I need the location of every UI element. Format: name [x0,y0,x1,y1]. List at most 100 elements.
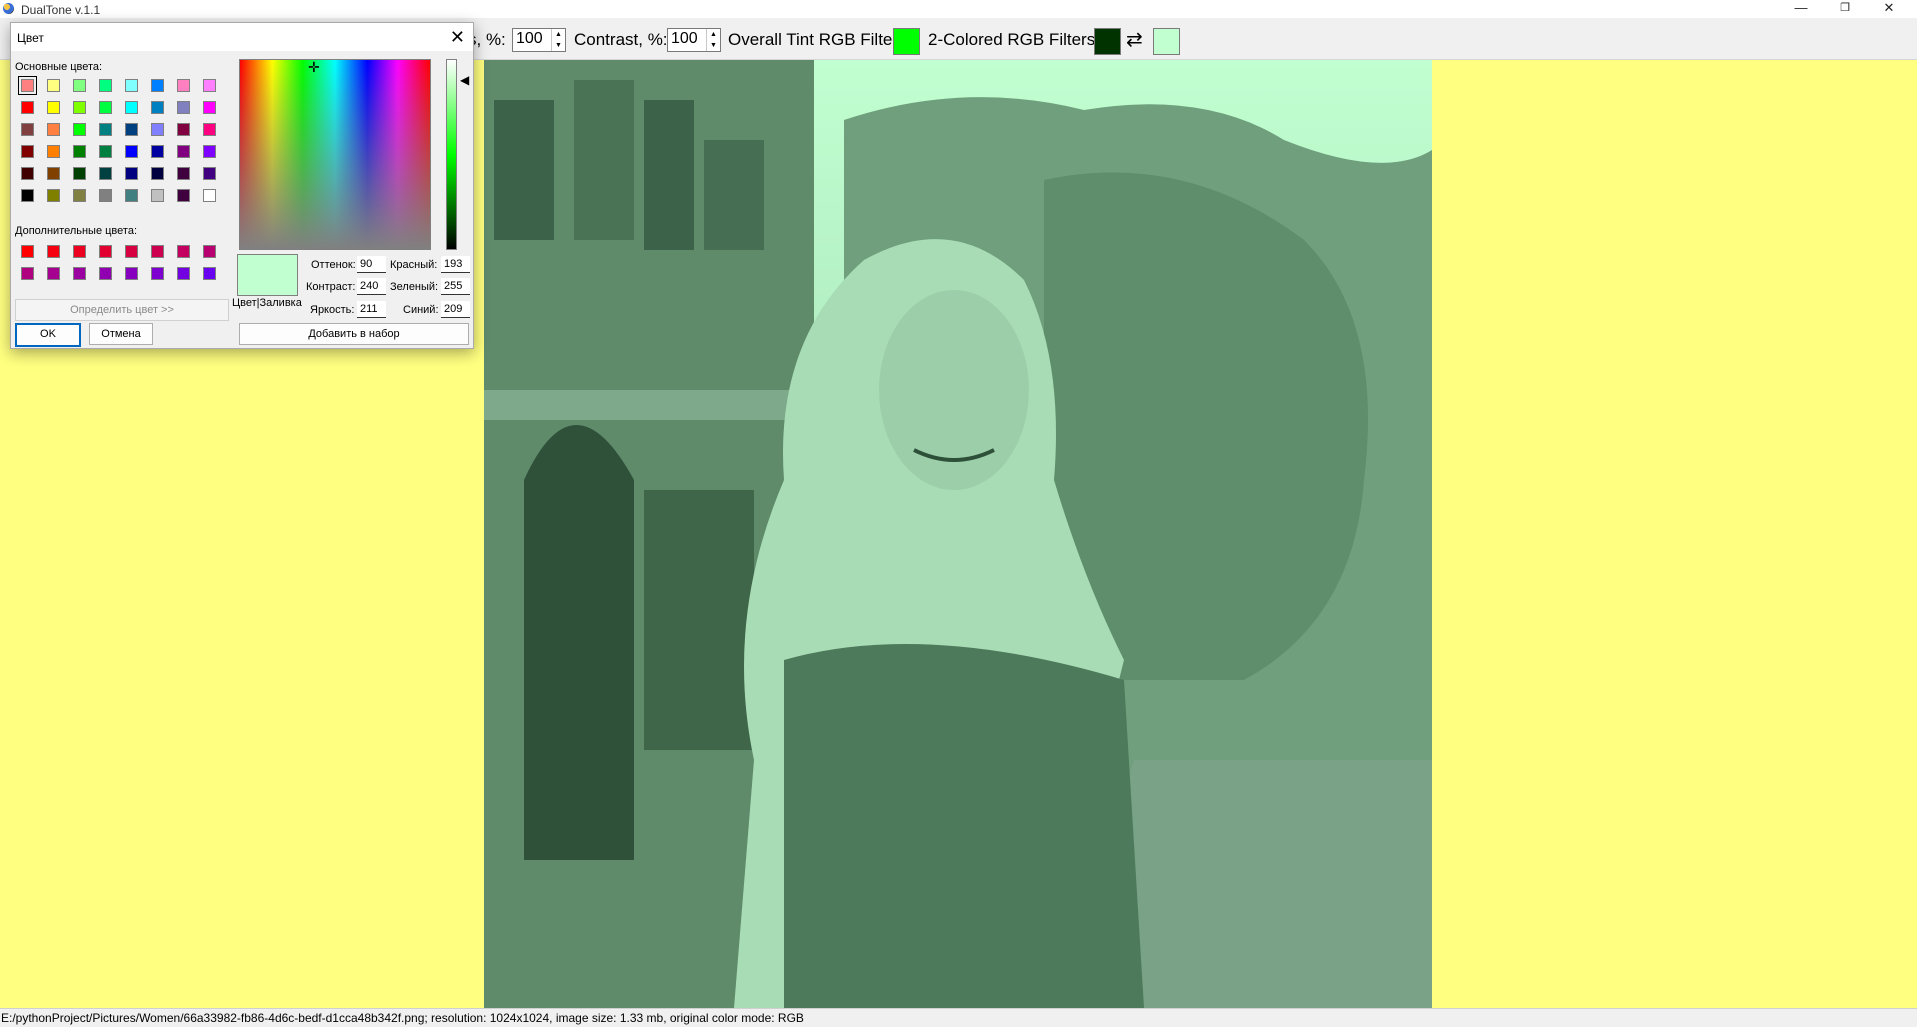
luminance-field[interactable]: 211 [357,301,386,318]
saturation-field[interactable]: 240 [357,278,386,295]
basic-color-swatch[interactable] [177,79,190,92]
basic-color-swatch[interactable] [177,167,190,180]
chevron-down-icon[interactable]: ▼ [707,40,720,51]
basic-color-swatch[interactable] [203,167,216,180]
add-to-custom-colors-button[interactable]: Добавить в набор [239,323,469,345]
basic-color-swatch[interactable] [47,101,60,114]
custom-color-swatch[interactable] [47,267,60,280]
basic-color-swatch[interactable] [125,101,138,114]
basic-color-swatch[interactable] [203,101,216,114]
custom-color-swatch[interactable] [177,267,190,280]
color-dialog: Цвет ✕ Основные цвета: Дополнительные цв… [10,22,474,349]
red-field[interactable]: 193 [441,256,470,273]
basic-color-swatch[interactable] [73,189,86,202]
basic-color-swatch[interactable] [203,189,216,202]
custom-color-swatch[interactable] [177,245,190,258]
custom-color-swatch[interactable] [203,267,216,280]
basic-color-swatch[interactable] [73,101,86,114]
cancel-button[interactable]: Отмена [89,323,153,345]
basic-color-swatch[interactable] [125,145,138,158]
basic-color-swatch[interactable] [151,79,164,92]
close-icon[interactable]: ✕ [450,27,465,48]
custom-color-swatch[interactable] [125,245,138,258]
basic-color-swatch[interactable] [125,79,138,92]
chevron-down-icon[interactable]: ▼ [552,40,565,51]
basic-color-swatch[interactable] [203,145,216,158]
maximize-button[interactable]: ❐ [1823,0,1867,18]
green-label: Зеленый: [390,281,439,293]
brightness-stepper[interactable]: ▲ ▼ [551,29,565,51]
define-custom-color-button[interactable]: Определить цвет >> [15,299,229,321]
basic-color-swatch[interactable] [177,189,190,202]
crosshair-icon[interactable]: ✛ [308,60,320,74]
window-title: DualTone v.1.1 [21,3,101,17]
blue-field[interactable]: 209 [441,301,470,318]
chevron-up-icon[interactable]: ▲ [552,29,565,40]
custom-color-swatch[interactable] [21,245,34,258]
basic-color-swatch[interactable] [125,167,138,180]
basic-color-swatch[interactable] [151,145,164,158]
hue-saturation-picker[interactable] [239,59,431,250]
basic-color-swatch[interactable] [99,167,112,180]
basic-color-swatch[interactable] [73,123,86,136]
basic-color-swatch[interactable] [73,167,86,180]
close-button[interactable]: ✕ [1867,0,1911,18]
basic-color-swatch[interactable] [73,79,86,92]
basic-color-swatch[interactable] [99,79,112,92]
custom-color-swatch[interactable] [21,267,34,280]
basic-color-swatch[interactable] [21,123,34,136]
red-label: Красный: [390,259,438,271]
basic-color-swatch[interactable] [47,123,60,136]
basic-color-swatch[interactable] [21,145,34,158]
basic-color-swatch[interactable] [125,123,138,136]
custom-color-swatch[interactable] [151,267,164,280]
basic-color-swatch[interactable] [47,189,60,202]
basic-color-swatch[interactable] [203,79,216,92]
custom-color-swatch[interactable] [73,245,86,258]
basic-color-swatch[interactable] [21,189,34,202]
luminance-slider[interactable] [446,59,457,250]
custom-color-swatch[interactable] [125,267,138,280]
brightness-value[interactable]: 100 [516,30,543,48]
chevron-up-icon[interactable]: ▲ [707,29,720,40]
basic-color-swatch[interactable] [47,145,60,158]
basic-color-swatch[interactable] [21,101,34,114]
green-field[interactable]: 255 [441,278,470,295]
basic-color-swatch[interactable] [99,101,112,114]
brightness-spinbox[interactable]: 100 ▲ ▼ [512,28,566,52]
swap-icon[interactable]: ⇄ [1126,27,1143,52]
basic-color-swatch[interactable] [73,145,86,158]
minimize-button[interactable]: — [1779,0,1823,18]
custom-color-swatch[interactable] [151,245,164,258]
basic-color-swatch[interactable] [203,123,216,136]
contrast-stepper[interactable]: ▲ ▼ [706,29,720,51]
custom-color-swatch[interactable] [73,267,86,280]
contrast-value[interactable]: 100 [671,30,698,48]
dark-color-swatch[interactable] [1094,28,1121,55]
basic-color-swatch[interactable] [99,189,112,202]
custom-color-swatch[interactable] [99,267,112,280]
basic-color-swatch[interactable] [18,76,37,95]
basic-color-swatch[interactable] [151,189,164,202]
basic-color-swatch[interactable] [21,167,34,180]
basic-color-swatch[interactable] [177,123,190,136]
luminance-arrow-icon[interactable]: ◀ [460,73,469,87]
light-color-swatch[interactable] [1153,28,1180,55]
contrast-spinbox[interactable]: 100 ▲ ▼ [667,28,721,52]
basic-color-swatch[interactable] [151,123,164,136]
basic-color-swatch[interactable] [177,145,190,158]
hue-field[interactable]: 90 [357,256,386,273]
basic-color-swatch[interactable] [125,189,138,202]
custom-color-swatch[interactable] [203,245,216,258]
basic-color-swatch[interactable] [47,167,60,180]
basic-color-swatch[interactable] [151,167,164,180]
custom-color-swatch[interactable] [99,245,112,258]
ok-button[interactable]: OK [15,323,81,347]
tint-color-swatch[interactable] [893,28,920,55]
custom-color-swatch[interactable] [47,245,60,258]
basic-color-swatch[interactable] [151,101,164,114]
basic-color-swatch[interactable] [99,123,112,136]
basic-color-swatch[interactable] [177,101,190,114]
basic-color-swatch[interactable] [99,145,112,158]
basic-color-swatch[interactable] [47,79,60,92]
